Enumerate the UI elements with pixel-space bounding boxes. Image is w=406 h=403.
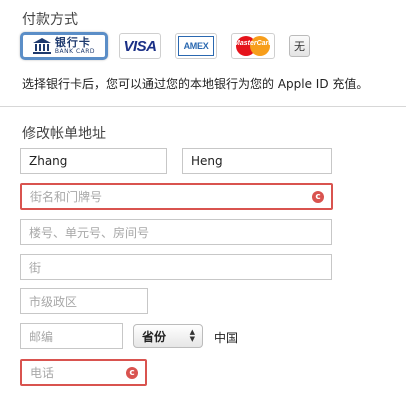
last-name-value: Heng bbox=[191, 154, 223, 168]
amex-option[interactable]: AMEX bbox=[175, 33, 217, 59]
bank-card-label: 银行卡 bbox=[54, 36, 91, 49]
mastercard-option[interactable]: MasterCard bbox=[231, 33, 275, 59]
postal-code-placeholder: 邮编 bbox=[29, 329, 54, 344]
payment-method-heading: 付款方式 bbox=[22, 12, 78, 28]
error-icon: c bbox=[312, 190, 324, 203]
phone-field[interactable]: 电话 c bbox=[20, 359, 147, 386]
first-name-field[interactable]: Zhang bbox=[20, 148, 167, 174]
unit-field[interactable]: 楼号、单元号、房间号 bbox=[20, 219, 332, 245]
bank-card-sublabel: BANK CARD bbox=[54, 48, 96, 55]
street2-placeholder: 街 bbox=[29, 260, 42, 275]
bank-building-icon bbox=[32, 38, 51, 54]
visa-option[interactable]: VISA bbox=[119, 33, 161, 59]
street-placeholder: 街名和门牌号 bbox=[30, 190, 103, 204]
bank-card-option[interactable]: 银行卡 BANK CARD bbox=[20, 32, 108, 60]
city-placeholder: 市级政区 bbox=[29, 294, 78, 309]
street2-field[interactable]: 街 bbox=[20, 254, 332, 280]
street-field[interactable]: 街名和门牌号 c bbox=[20, 183, 333, 210]
amex-logo: AMEX bbox=[178, 36, 214, 56]
unit-placeholder: 楼号、单元号、房间号 bbox=[29, 225, 150, 240]
postal-code-field[interactable]: 邮编 bbox=[20, 323, 123, 349]
payment-description: 选择银行卡后，您可以通过您的本地银行为您的 Apple ID 充值。 bbox=[22, 77, 369, 91]
last-name-field[interactable]: Heng bbox=[182, 148, 332, 174]
city-field[interactable]: 市级政区 bbox=[20, 288, 148, 314]
phone-placeholder: 电话 bbox=[30, 366, 55, 380]
no-payment-label: 无 bbox=[294, 40, 305, 53]
section-divider bbox=[0, 106, 406, 107]
billing-address-heading: 修改帐单地址 bbox=[22, 126, 106, 142]
country-label: 中国 bbox=[214, 331, 239, 345]
province-select[interactable]: 省份 ▲ ▼ bbox=[133, 324, 203, 348]
no-payment-option[interactable]: 无 bbox=[289, 35, 310, 57]
visa-logo: VISA bbox=[123, 37, 157, 55]
mastercard-logo: MasterCard bbox=[234, 36, 272, 56]
first-name-value: Zhang bbox=[29, 154, 68, 168]
select-arrows-icon: ▲ ▼ bbox=[189, 328, 195, 343]
province-select-value: 省份 bbox=[142, 329, 167, 344]
error-icon: c bbox=[126, 366, 138, 379]
